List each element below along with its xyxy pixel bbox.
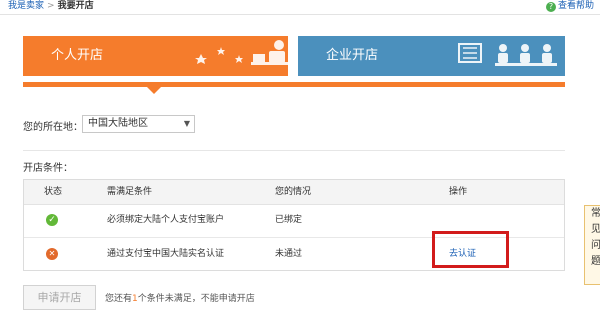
tab-underline bbox=[23, 82, 565, 87]
help-label: 查看帮助 bbox=[557, 1, 594, 11]
breadcrumb: 我是卖家 > 我要开店 bbox=[8, 0, 94, 12]
tab-enterprise-store[interactable]: 企业开店 bbox=[298, 36, 565, 76]
breadcrumb-separator: > bbox=[47, 1, 55, 11]
situation-text: 已绑定 bbox=[275, 215, 303, 225]
top-bar: 我是卖家 > 我要开店 ? 查看帮助 bbox=[0, 0, 600, 15]
apply-note-suffix: 个条件未满足，不能申请开店 bbox=[137, 294, 255, 304]
help-icon: ? bbox=[545, 2, 556, 12]
cross-icon: ✕ bbox=[46, 248, 58, 260]
location-select[interactable]: 中国大陆地区 ▼ bbox=[82, 115, 195, 133]
breadcrumb-home-link[interactable]: 我是卖家 bbox=[8, 1, 44, 11]
situation-text: 未通过 bbox=[275, 249, 303, 259]
conditions-label: 开店条件： bbox=[23, 163, 73, 174]
header-status: 状态 bbox=[44, 187, 63, 197]
apply-store-button[interactable]: 申请开店 bbox=[23, 285, 96, 310]
divider bbox=[23, 150, 565, 151]
highlight-annotation-box bbox=[432, 231, 509, 268]
table-header: 状态 需满足条件 您的情况 操作 bbox=[24, 180, 564, 205]
requirement-text: 必须绑定大陆个人支付宝账户 bbox=[107, 215, 225, 225]
enterprise-illustration-icon bbox=[458, 43, 557, 66]
location-label: 您的所在地： bbox=[23, 122, 83, 133]
help-link[interactable]: ? 查看帮助 bbox=[545, 0, 594, 12]
header-situation: 您的情况 bbox=[275, 187, 312, 197]
header-action: 操作 bbox=[449, 187, 468, 197]
faq-side-widget[interactable]: 常见问题 bbox=[584, 205, 600, 285]
breadcrumb-current: 我要开店 bbox=[57, 1, 94, 11]
tab-personal-store[interactable]: 个人开店 bbox=[23, 36, 288, 76]
tab-personal-label: 个人开店 bbox=[51, 48, 104, 63]
chevron-down-icon: ▼ bbox=[183, 119, 190, 128]
personal-illustration-icon bbox=[195, 40, 288, 65]
tab-enterprise-label: 企业开店 bbox=[326, 48, 379, 63]
header-requirement: 需满足条件 bbox=[107, 187, 153, 197]
check-icon: ✓ bbox=[46, 214, 58, 226]
active-tab-pointer bbox=[147, 87, 161, 94]
location-selected-value: 中国大陆地区 bbox=[88, 118, 148, 129]
apply-note: 您还有1个条件未满足，不能申请开店 bbox=[105, 291, 255, 304]
apply-note-prefix: 您还有 bbox=[105, 294, 133, 304]
requirement-text: 通过支付宝中国大陆实名认证 bbox=[107, 249, 225, 259]
